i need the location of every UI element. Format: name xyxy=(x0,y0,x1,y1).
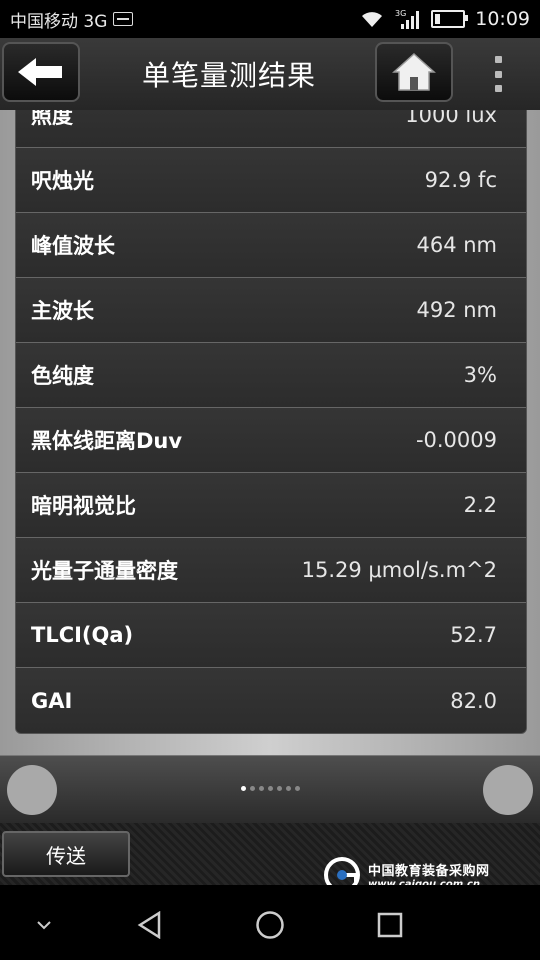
list-item: 黑体线距离Duv -0.0009 xyxy=(16,408,526,473)
list-item: 光量子通量密度 15.29 μmol/s.m^2 xyxy=(16,538,526,603)
back-button[interactable] xyxy=(2,42,80,102)
result-value: 492 nm xyxy=(416,298,497,322)
back-arrow-icon xyxy=(18,58,62,86)
wifi-icon xyxy=(362,12,383,27)
list-item: 主波长 492 nm xyxy=(16,278,526,343)
list-item: GAI 82.0 xyxy=(16,668,526,733)
result-value: 3% xyxy=(463,363,497,387)
result-value: 92.9 fc xyxy=(424,168,497,192)
result-label: 黑体线距离Duv xyxy=(31,429,183,453)
status-bar: 中国移动 3G 3G 10:09 xyxy=(0,0,540,38)
page-dot xyxy=(249,786,255,791)
next-page-button[interactable] xyxy=(483,765,533,815)
result-value: 15.29 μmol/s.m^2 xyxy=(301,558,497,582)
nav-back-button[interactable] xyxy=(130,905,170,945)
signal-icon: 3G xyxy=(395,9,420,29)
page-dot xyxy=(240,786,246,791)
result-label: TLCI(Qa) xyxy=(31,623,134,647)
list-item: 照度 1000 lux xyxy=(16,110,526,148)
page-indicator xyxy=(0,786,540,791)
system-nav-bar xyxy=(0,885,540,960)
result-label: 主波长 xyxy=(31,299,94,323)
svg-text:3G: 3G xyxy=(395,9,406,18)
result-label: 呎烛光 xyxy=(31,169,94,193)
page-dot xyxy=(258,786,264,791)
square-recents-icon xyxy=(377,912,403,938)
page-dot xyxy=(285,786,291,791)
result-label: GAI xyxy=(31,688,73,713)
result-label: 峰值波长 xyxy=(31,234,115,258)
results-panel: 照度 1000 lux 呎烛光 92.9 fc 峰值波长 464 nm 主波长 … xyxy=(0,110,540,755)
home-icon xyxy=(392,52,436,91)
battery-icon xyxy=(431,10,469,28)
page-dot xyxy=(267,786,273,791)
result-value: 464 nm xyxy=(416,233,497,257)
result-value: 82.0 xyxy=(450,688,497,713)
result-value: 52.7 xyxy=(450,623,497,647)
brand-name: 中国教育装备采购网 xyxy=(368,864,490,879)
chevron-down-icon xyxy=(37,921,51,930)
page-dot xyxy=(276,786,282,791)
send-button[interactable]: 传送 xyxy=(2,831,130,877)
app-header: 单笔量测结果 xyxy=(0,38,540,111)
list-item: 呎烛光 92.9 fc xyxy=(16,148,526,213)
result-label: 色纯度 xyxy=(31,364,94,388)
page-dot xyxy=(294,786,300,791)
page-navigator xyxy=(0,755,540,824)
hide-keyboard-button[interactable] xyxy=(24,905,64,945)
circle-home-icon xyxy=(256,911,284,939)
list-item: 色纯度 3% xyxy=(16,343,526,408)
triangle-back-icon xyxy=(137,911,161,939)
result-label: 暗明视觉比 xyxy=(31,494,136,518)
nav-home-button[interactable] xyxy=(250,905,290,945)
result-label: 照度 xyxy=(31,110,73,128)
results-list: 照度 1000 lux 呎烛光 92.9 fc 峰值波长 464 nm 主波长 … xyxy=(15,110,527,734)
bottom-toolbar: 传送 中国教育装备采购网 www.caigou.com.cn xyxy=(0,823,540,893)
page-title: 单笔量测结果 xyxy=(141,59,316,92)
list-item: 暗明视觉比 2.2 xyxy=(16,473,526,538)
result-value: 1000 lux xyxy=(405,110,497,127)
result-value: -0.0009 xyxy=(415,428,497,452)
list-item: TLCI(Qa) 52.7 xyxy=(16,603,526,668)
nav-recents-button[interactable] xyxy=(370,905,410,945)
carrier-label: 中国移动 3G xyxy=(10,11,108,32)
keyboard-icon xyxy=(113,12,134,26)
home-button[interactable] xyxy=(375,42,453,102)
result-value: 2.2 xyxy=(463,493,497,517)
list-item: 峰值波长 464 nm xyxy=(16,213,526,278)
overflow-menu-icon[interactable] xyxy=(488,52,508,96)
clock: 10:09 xyxy=(475,8,530,30)
status-indicators: 3G 10:09 xyxy=(359,0,530,38)
result-label: 光量子通量密度 xyxy=(31,559,178,583)
